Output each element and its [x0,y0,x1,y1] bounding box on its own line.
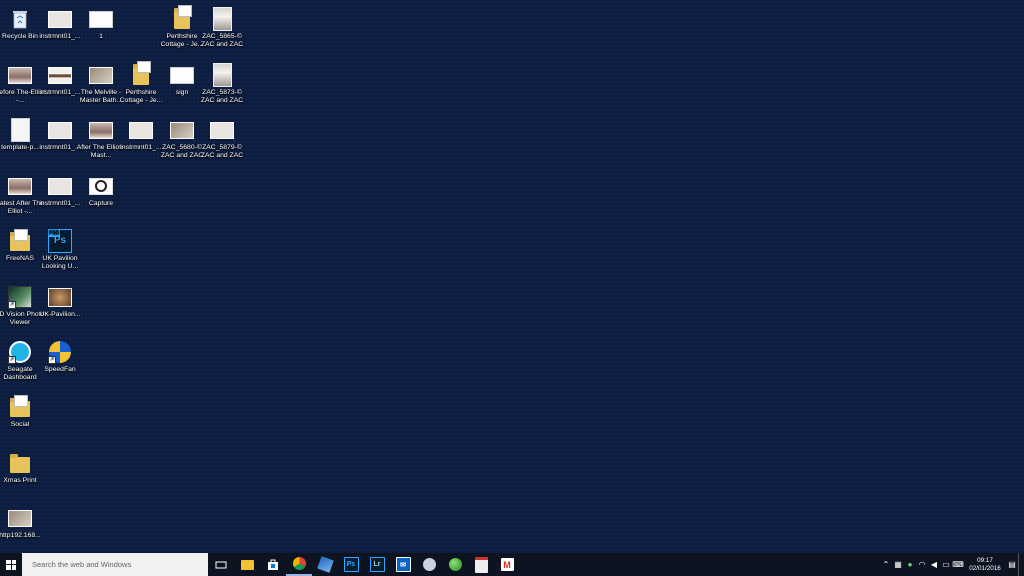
icon-label: UK-Pavilion... [39,311,81,318]
desktop-icon-zac-5879[interactable]: ZAC_5879-© ZAC and ZAC [196,116,248,168]
image-thumbnail [8,66,32,84]
desktop-icon-zac-5865[interactable]: ZAC_5865-© ZAC and ZAC [196,5,248,57]
trash-icon [13,11,27,29]
tray-network-icon[interactable]: ▦ [892,553,904,576]
icon-label: SpeedFan [44,366,76,373]
clock-date: 02/01/2016 [969,564,1001,572]
image-thumbnail [212,7,232,31]
image-thumbnail [8,177,32,195]
outlook-icon: ✉ [395,557,411,572]
icon-label: ZAC_5873-© ZAC and ZAC [200,89,244,104]
tray-volume-icon[interactable]: ◀ [928,553,940,576]
store-bag-icon [268,559,278,570]
shortcut-arrow-icon: ↗ [8,301,16,309]
windows-logo-icon [6,559,16,570]
calculator-icon [474,556,488,573]
tray-wifi-icon[interactable]: ◠ [916,553,928,576]
icon-label: Xmas Print [3,477,37,484]
clock[interactable]: 09:17 02/01/2016 [964,557,1006,573]
taskbar: Ps Lr ✉ M ⌃ ▦ ● ◠ ◀ ▭ ⌨ 09:17 02/01/2016… [0,553,1024,576]
desktop-icon-capture[interactable]: Capture [75,172,127,224]
image-thumbnail [89,10,113,28]
desktop-icon-http[interactable]: http192.168... [0,504,46,556]
icon-label: ZAC_5879-© ZAC and ZAC [200,144,244,159]
lightroom-icon: Lr [369,557,385,572]
image-thumbnail [48,66,72,84]
photoshop-icon: Ps [343,557,359,572]
taskbar-lightroom[interactable]: Lr [364,553,390,576]
system-tray: ⌃ ▦ ● ◠ ◀ ▭ ⌨ 09:17 02/01/2016 ▤ [880,553,1024,576]
green-ball-icon [448,558,462,571]
shortcut-arrow-icon: ↗ [48,356,56,364]
folder-icon [10,454,30,473]
desktop-icon-uk-pavilion[interactable]: UK-Pavilion... [34,283,86,335]
show-hidden-icons-chevron-icon[interactable]: ⌃ [880,553,892,576]
icon-label: 1 [99,33,103,40]
folder-icon [10,395,30,417]
icon-label: Social [10,421,30,428]
taskbar-virtualbox[interactable] [312,553,338,576]
folder-icon [10,229,30,251]
desktop-icon-zac-5873[interactable]: ZAC_5873-© ZAC and ZAC [196,61,248,113]
image-thumbnail [89,177,113,195]
taskbar-store[interactable] [260,553,286,576]
image-thumbnail [170,66,194,84]
desktop-icon-social[interactable]: Social [0,393,46,445]
taskbar-calculator[interactable] [468,553,494,576]
search-input[interactable] [32,560,202,569]
taskbar-green-app[interactable] [442,553,468,576]
desktop-icon-uk-pavilion-psd[interactable]: PSD Ps UK Pavilion Looking U... [34,227,86,279]
action-center-icon[interactable]: ▤ [1006,553,1018,576]
image-thumbnail [89,66,113,84]
archive-icon [133,61,151,85]
taskbar-chrome[interactable] [286,553,312,576]
show-desktop-button[interactable] [1018,553,1024,576]
image-thumbnail [212,63,232,87]
document-icon [10,118,30,142]
taskbar-photoshop[interactable]: Ps [338,553,364,576]
clock-time: 09:17 [977,556,993,564]
gmail-icon: M [500,558,514,571]
image-thumbnail [129,121,153,139]
shortcut-arrow-icon: ↗ [8,356,16,364]
image-thumbnail [210,121,234,139]
taskbar-gmail[interactable]: M [494,553,520,576]
search-box[interactable] [22,553,208,576]
taskbar-outlook[interactable]: ✉ [390,553,416,576]
taskbar-network-tool[interactable] [416,553,442,576]
icon-label: UK Pavilion Looking U... [41,255,79,270]
task-view-icon [215,561,227,568]
image-thumbnail [48,10,72,28]
image-thumbnail [48,287,72,307]
image-thumbnail [170,121,194,139]
photoshop-file-icon: PSD Ps [48,229,72,253]
archive-icon [174,5,192,29]
icon-label: ZAC_5865-© ZAC and ZAC [200,33,244,48]
icon-label: Capture [88,200,114,207]
tray-notification-icon[interactable]: ▭ [940,553,952,576]
desktop-icon-xmas-print[interactable]: Xmas Print [0,449,46,501]
tray-green-status-icon[interactable]: ● [904,553,916,576]
image-thumbnail [89,121,113,139]
virtualbox-icon [316,556,334,573]
task-view-button[interactable] [208,553,234,576]
folder-icon [240,559,254,570]
start-button[interactable] [0,553,22,576]
taskbar-file-explorer[interactable] [234,553,260,576]
network-tool-icon [422,558,436,571]
icon-label: http192.168... [0,532,41,539]
tray-keyboard-icon[interactable]: ⌨ [952,553,964,576]
desktop: Recycle Bin Before The-Elliot -... templ… [0,0,1024,553]
desktop-icon-1[interactable]: 1 [75,5,127,57]
desktop-icon-speedfan[interactable]: ↗ SpeedFan [34,338,86,390]
chrome-icon [292,557,306,570]
image-thumbnail [48,121,72,139]
image-thumbnail [48,177,72,195]
image-thumbnail [8,509,32,527]
